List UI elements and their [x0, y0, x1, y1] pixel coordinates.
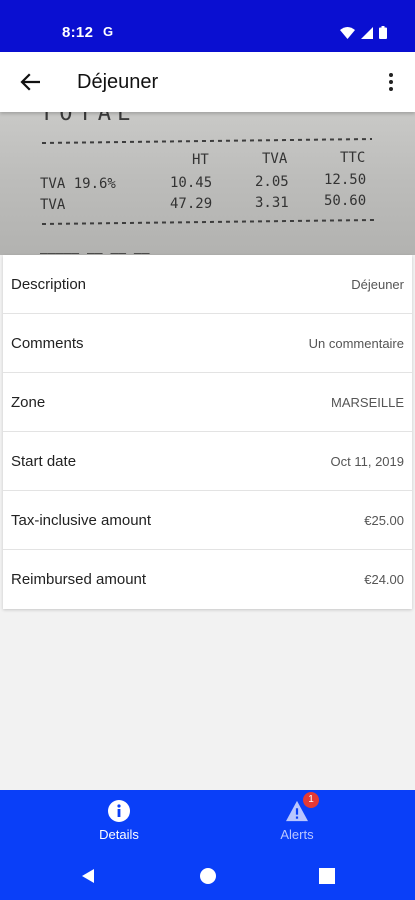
detail-value: Un commentaire — [308, 335, 404, 351]
receipt-row-tva: 2.05 — [255, 174, 289, 190]
app-notification-icon: G — [103, 24, 114, 39]
receipt-row-label: TVA 19.6% — [40, 176, 116, 192]
status-bar: 8:12 G — [0, 0, 415, 52]
battery-icon — [379, 26, 387, 39]
detail-row-start-date: Start date Oct 11, 2019 — [3, 432, 412, 491]
tab-details-label: Details — [99, 827, 139, 842]
receipt-photo[interactable]: TOTAL HT TVA TTC TVA 19.6% 10.45 2.05 12… — [0, 112, 415, 255]
detail-row-zone: Zone MARSEILLE — [3, 373, 412, 432]
detail-label: Reimbursed amount — [11, 571, 147, 588]
detail-value: MARSEILLE — [331, 394, 404, 410]
svg-text:TOTAL: TOTAL — [40, 112, 136, 126]
detail-label: Description — [11, 275, 87, 293]
system-back-button[interactable] — [77, 865, 99, 887]
detail-label: Comments — [11, 334, 84, 352]
detail-row-reimbursed-amount: Reimbursed amount €24.00 — [3, 550, 412, 609]
back-button[interactable] — [14, 66, 46, 98]
detail-label: Zone — [11, 393, 46, 411]
receipt-row-ht: 10.45 — [170, 175, 212, 191]
detail-row-tax-inclusive-amount: Tax-inclusive amount €25.00 — [3, 491, 412, 550]
tab-details[interactable]: Details — [59, 790, 179, 850]
square-recents-icon — [319, 868, 335, 884]
detail-row-description: Description Déjeuner — [3, 255, 412, 314]
tab-alerts-label: Alerts — [280, 827, 314, 842]
triangle-back-icon — [82, 869, 94, 883]
receipt-row-tva: 3.31 — [255, 195, 289, 211]
receipt-row-ttc: 50.60 — [324, 193, 366, 209]
more-options-button[interactable] — [379, 66, 403, 98]
system-navigation-bar — [0, 850, 415, 900]
wifi-icon — [340, 26, 355, 39]
receipt-image: TOTAL HT TVA TTC TVA 19.6% 10.45 2.05 12… — [40, 112, 375, 255]
signal-icon — [361, 26, 373, 39]
app-bar: Déjeuner — [0, 52, 415, 112]
circle-home-icon — [200, 868, 216, 884]
receipt-header-tva: TVA — [262, 151, 288, 167]
status-time: 8:12 — [62, 24, 94, 41]
receipt-header-ht: HT — [192, 152, 209, 168]
tab-alerts[interactable]: 1 Alerts — [237, 790, 357, 850]
detail-label: Tax-inclusive amount — [11, 511, 152, 529]
detail-label: Start date — [11, 452, 77, 470]
receipt-header-ttc: TTC — [340, 150, 365, 166]
info-icon — [108, 800, 130, 822]
system-recents-button[interactable] — [316, 865, 338, 887]
details-list: Description Déjeuner Comments Un comment… — [3, 255, 412, 609]
detail-value: €24.00 — [364, 572, 404, 587]
status-icons — [340, 26, 387, 39]
detail-value: Déjeuner — [351, 276, 404, 292]
receipt-row-ttc: 12.50 — [324, 172, 366, 188]
detail-value: €25.00 — [364, 512, 404, 528]
page-title: Déjeuner — [77, 71, 159, 93]
system-home-button[interactable] — [197, 865, 219, 887]
bottom-navigation: Details 1 Alerts — [0, 790, 415, 850]
more-vert-icon — [389, 73, 393, 91]
detail-row-comments: Comments Un commentaire — [3, 314, 412, 373]
receipt-row-ht: 47.29 — [170, 196, 212, 212]
svg-text:————— —— —— ——: ————— —— —— —— — [40, 246, 150, 255]
receipt-row-label: TVA — [40, 197, 66, 213]
detail-value: Oct 11, 2019 — [330, 453, 404, 469]
alerts-badge: 1 — [303, 792, 319, 808]
arrow-left-icon — [20, 73, 40, 91]
